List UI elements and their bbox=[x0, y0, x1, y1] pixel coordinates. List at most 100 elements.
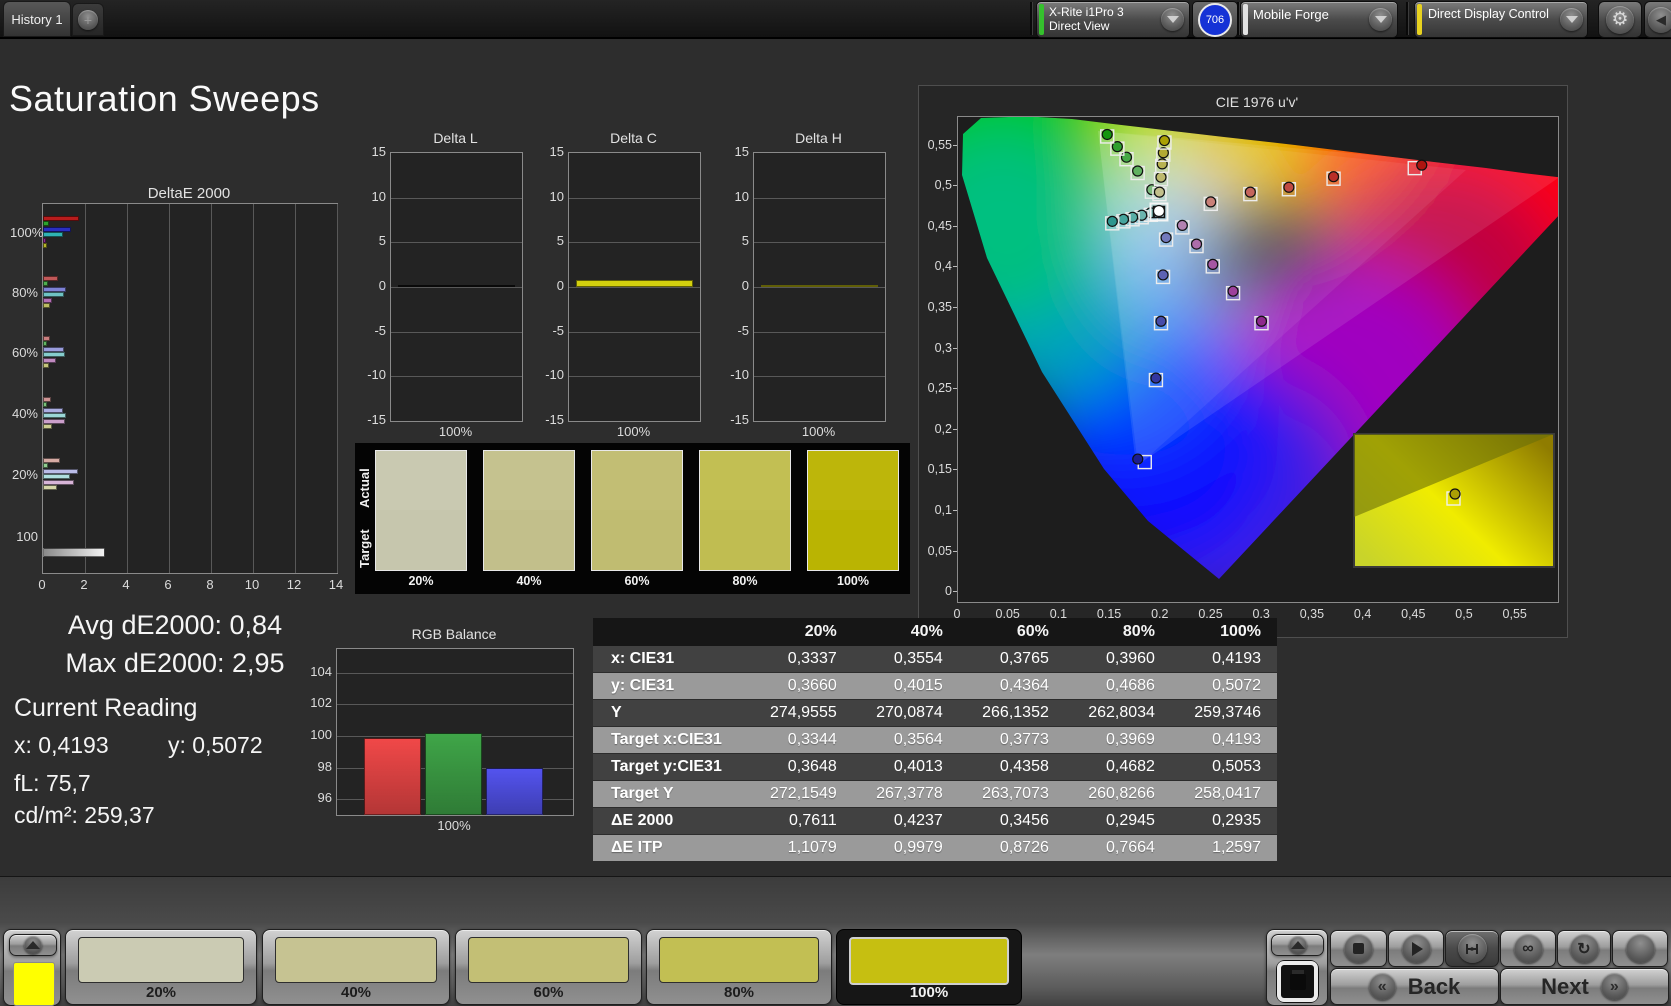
deltae-group-label: 20% bbox=[11, 467, 38, 482]
target-swatch bbox=[808, 510, 898, 570]
cie-y-tick: 0,4 bbox=[919, 259, 957, 273]
y-tick: -10 bbox=[367, 367, 386, 383]
workflow-label: Direct Display Control bbox=[1428, 7, 1549, 21]
chart-title: Delta H bbox=[795, 130, 842, 146]
pattern-preview-tile[interactable] bbox=[3, 929, 61, 1006]
rgb-bar-green bbox=[425, 732, 482, 815]
pattern-chip bbox=[78, 937, 244, 983]
cell: 274,9555 bbox=[746, 699, 853, 727]
up-arrow-icon bbox=[24, 936, 42, 954]
pattern-level-button-40%[interactable]: 40% bbox=[262, 929, 450, 1005]
y-tick: -15 bbox=[545, 412, 564, 427]
cell: 0,8726 bbox=[958, 834, 1065, 862]
cell: 0,3337 bbox=[746, 646, 853, 673]
bar bbox=[43, 341, 47, 347]
bar bbox=[43, 276, 59, 281]
bar bbox=[43, 226, 71, 232]
cell: 270,0874 bbox=[852, 699, 959, 727]
chart-title: Delta L bbox=[433, 130, 478, 146]
pattern-level-button-100%[interactable]: 100% bbox=[836, 929, 1022, 1005]
bar bbox=[43, 281, 49, 287]
gridline bbox=[337, 672, 573, 674]
swatch-column bbox=[591, 450, 683, 571]
pattern-control-tile bbox=[1266, 929, 1328, 1006]
add-tab-button[interactable]: + bbox=[72, 3, 104, 36]
cell: 0,3773 bbox=[958, 726, 1065, 754]
cell: 0,4686 bbox=[1064, 672, 1171, 700]
cie-y-tick: 0,35 bbox=[919, 300, 957, 314]
rgb-y-tick: 96 bbox=[317, 790, 332, 806]
interval-button[interactable] bbox=[1445, 930, 1499, 967]
deltae-group-label: 60% bbox=[11, 345, 38, 360]
record-button[interactable] bbox=[1612, 930, 1668, 967]
pattern-level-button-60%[interactable]: 60% bbox=[455, 929, 642, 1005]
y-tick: -10 bbox=[545, 367, 564, 383]
gridline bbox=[569, 331, 700, 333]
column-header: 80% bbox=[1064, 618, 1171, 646]
cie-x-tick: 0,35 bbox=[1299, 607, 1325, 621]
settings-button[interactable]: ⚙ bbox=[1598, 1, 1642, 38]
y-tick: 5 bbox=[556, 233, 564, 249]
actual-swatch bbox=[484, 451, 574, 510]
workflow-dropdown[interactable]: Direct Display Control bbox=[1414, 1, 1588, 38]
cell: 0,3456 bbox=[958, 807, 1065, 835]
row-label: Target Y bbox=[593, 780, 747, 808]
y-tick: 0 bbox=[556, 278, 564, 293]
y-tick: 0 bbox=[378, 278, 386, 293]
cie-zoom-inset bbox=[1353, 433, 1555, 568]
cell: 0,3765 bbox=[958, 646, 1065, 673]
collapse-panel-button[interactable]: ◀ bbox=[1644, 1, 1671, 38]
bar bbox=[43, 237, 46, 243]
source-dropdown[interactable]: Mobile Forge bbox=[1240, 1, 1398, 38]
row-label: Y bbox=[593, 699, 747, 727]
cell: 266,1352 bbox=[958, 699, 1065, 727]
swatch-column bbox=[483, 450, 575, 571]
chart-title: RGB Balance bbox=[411, 626, 497, 642]
delta_h-plot bbox=[753, 152, 886, 422]
row-label: ΔE ITP bbox=[593, 834, 747, 862]
reading-cdm2: cd/m²: 259,37 bbox=[14, 802, 155, 828]
loop-button[interactable]: ∞ bbox=[1500, 930, 1556, 967]
cell: 0,4193 bbox=[1170, 646, 1277, 673]
strip-collapse-right-button[interactable] bbox=[1271, 934, 1324, 956]
back-chevrons-icon: « bbox=[1368, 973, 1396, 1000]
y-tick: 5 bbox=[741, 233, 749, 249]
record-icon bbox=[1625, 934, 1655, 963]
deltae-x-tick: 12 bbox=[286, 577, 302, 592]
refresh-button[interactable]: ↻ bbox=[1557, 930, 1611, 967]
pattern-level-button-20%[interactable]: 20% bbox=[65, 929, 257, 1005]
stop-button[interactable] bbox=[1330, 930, 1387, 967]
cell: 0,5053 bbox=[1170, 753, 1277, 781]
pattern-window-button[interactable] bbox=[1276, 960, 1319, 1003]
pattern-level-button-80%[interactable]: 80% bbox=[646, 929, 832, 1005]
delta-c-chart: Delta C 15 10 5 0 -5 -10 -15 100% bbox=[536, 130, 704, 440]
actual-label: Actual bbox=[357, 468, 372, 509]
bar bbox=[43, 424, 52, 429]
actual-swatch bbox=[808, 451, 898, 510]
x-tick: 100% bbox=[616, 424, 651, 439]
chart-title: DeltaE 2000 bbox=[147, 185, 231, 202]
gridline bbox=[754, 242, 885, 244]
bar bbox=[43, 286, 66, 292]
y-tick: -5 bbox=[374, 322, 386, 338]
cie-x-tick: 0,55 bbox=[1502, 607, 1527, 621]
y-tick: 10 bbox=[734, 188, 749, 204]
column-header: 20% bbox=[746, 618, 853, 646]
gridline bbox=[85, 204, 86, 573]
source-label: Mobile Forge bbox=[1253, 7, 1329, 22]
next-button[interactable]: Next » bbox=[1500, 968, 1669, 1005]
gridline bbox=[337, 704, 573, 706]
strip-collapse-left-button[interactable] bbox=[9, 934, 57, 956]
back-button[interactable]: « Back bbox=[1330, 968, 1499, 1005]
gridline bbox=[569, 287, 700, 288]
bar bbox=[43, 352, 65, 358]
play-button[interactable] bbox=[1388, 930, 1444, 967]
meter-dropdown[interactable]: X-Rite i1Pro 3 Direct View bbox=[1036, 1, 1190, 38]
delta-bar bbox=[761, 285, 878, 287]
bar bbox=[43, 292, 64, 298]
cell: 267,3778 bbox=[852, 780, 959, 808]
meter-count-button[interactable]: 706 bbox=[1192, 1, 1238, 38]
meter-mode: Direct View bbox=[1049, 19, 1110, 33]
tab-history-1[interactable]: History 1 bbox=[3, 1, 71, 37]
cell: 0,7611 bbox=[746, 807, 853, 835]
